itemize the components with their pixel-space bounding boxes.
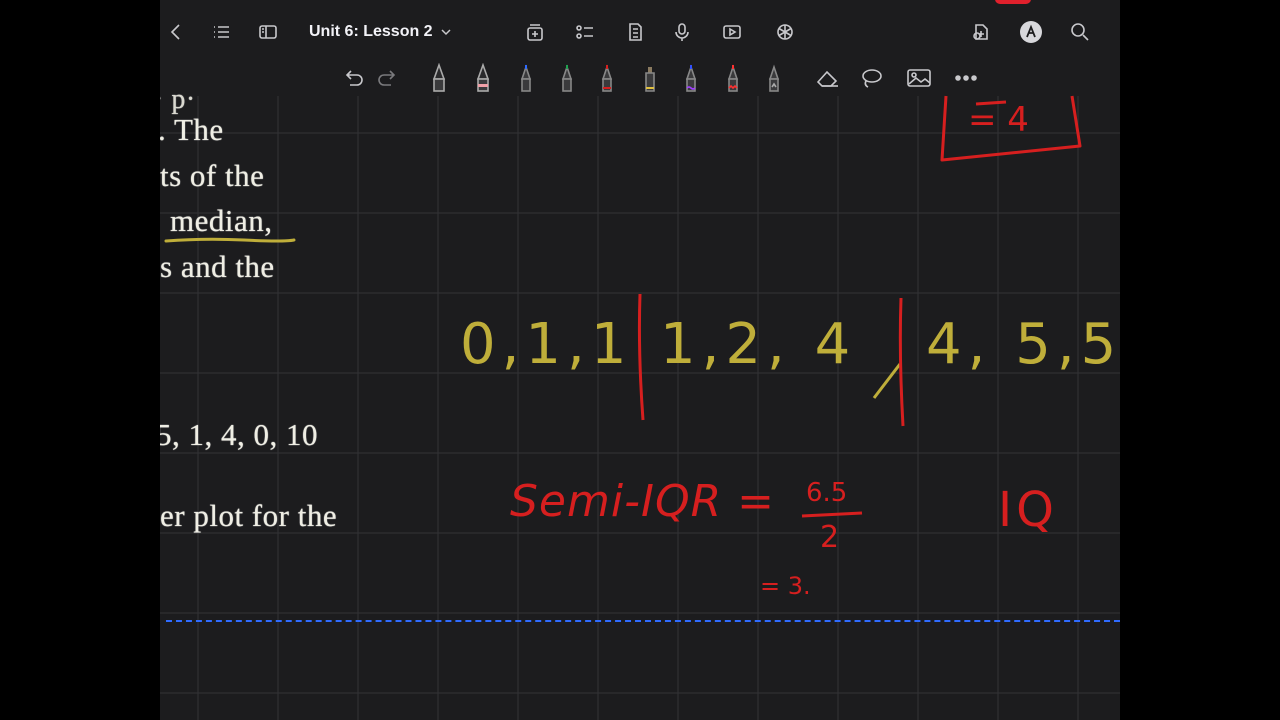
iqr-label-partial: IQ	[998, 482, 1058, 538]
chevron-left-icon[interactable]	[162, 18, 190, 46]
marker-red2-icon[interactable]	[723, 64, 743, 92]
microphone-icon[interactable]	[668, 18, 696, 46]
search-icon[interactable]	[1066, 18, 1094, 46]
lasso-icon[interactable]	[858, 64, 886, 92]
marker-purple-icon[interactable]	[681, 64, 701, 92]
play-icon[interactable]	[718, 18, 746, 46]
text-line-4: s and the	[160, 249, 275, 284]
fraction-numerator: 6.5	[806, 478, 848, 508]
chevron-down-icon	[441, 29, 451, 36]
document-title[interactable]: Unit 6: Lesson 2	[309, 21, 451, 43]
add-page-icon[interactable]	[521, 18, 549, 46]
marker-blue-icon[interactable]	[516, 64, 536, 92]
checklist-icon[interactable]	[571, 18, 599, 46]
undo-icon[interactable]	[341, 64, 365, 92]
marker-green-icon[interactable]	[557, 64, 577, 92]
fraction-denominator: 2	[820, 520, 840, 555]
notes-app: Unit 6: Lesson 2 p· . The ts of the medi…	[160, 0, 1120, 720]
data-upper-half: 4, 5,5	[926, 312, 1120, 377]
text-line-1: . The	[160, 112, 224, 147]
pencil-circle-icon[interactable]	[1017, 18, 1045, 46]
result-value: = 3.	[760, 572, 811, 600]
sidebar-icon[interactable]	[254, 18, 282, 46]
fountain-pen-icon[interactable]	[429, 63, 449, 92]
pencil-grey-icon[interactable]	[764, 64, 784, 92]
note-canvas[interactable]: · p· . The ts of the median, s and the 5…	[160, 84, 1120, 720]
text-line-6: er plot for the	[160, 498, 338, 533]
text-line-5: 5, 1, 4, 0, 10	[160, 417, 318, 452]
fraction-bar	[801, 511, 863, 518]
semi-iqr-label: Semi-IQR =	[510, 476, 775, 527]
image-icon[interactable]	[905, 64, 933, 92]
eraser-icon[interactable]	[814, 64, 842, 92]
data-lower-half: 0,1,1	[460, 312, 633, 377]
redo-icon[interactable]	[376, 64, 400, 92]
recording-indicator	[995, 0, 1031, 4]
share-icon[interactable]	[967, 18, 995, 46]
text-line-2: ts of the	[160, 158, 265, 193]
document-icon[interactable]	[621, 18, 649, 46]
openai-icon[interactable]	[771, 18, 799, 46]
pen-red-icon[interactable]	[473, 63, 493, 92]
document-title-text: Unit 6: Lesson 2	[309, 23, 433, 40]
median-underline	[164, 237, 296, 243]
divider-2	[898, 297, 905, 427]
page-break-line	[166, 620, 1120, 622]
divider-1	[637, 293, 645, 421]
box-value: = 4	[968, 100, 1029, 140]
data-middle: 1,2, 4	[660, 312, 857, 377]
top-toolbar: Unit 6: Lesson 2	[160, 0, 1120, 62]
list-icon[interactable]	[207, 18, 235, 46]
highlighter-yellow-icon[interactable]	[640, 64, 660, 92]
marker-red-icon[interactable]	[597, 64, 617, 92]
more-icon[interactable]	[952, 64, 980, 92]
